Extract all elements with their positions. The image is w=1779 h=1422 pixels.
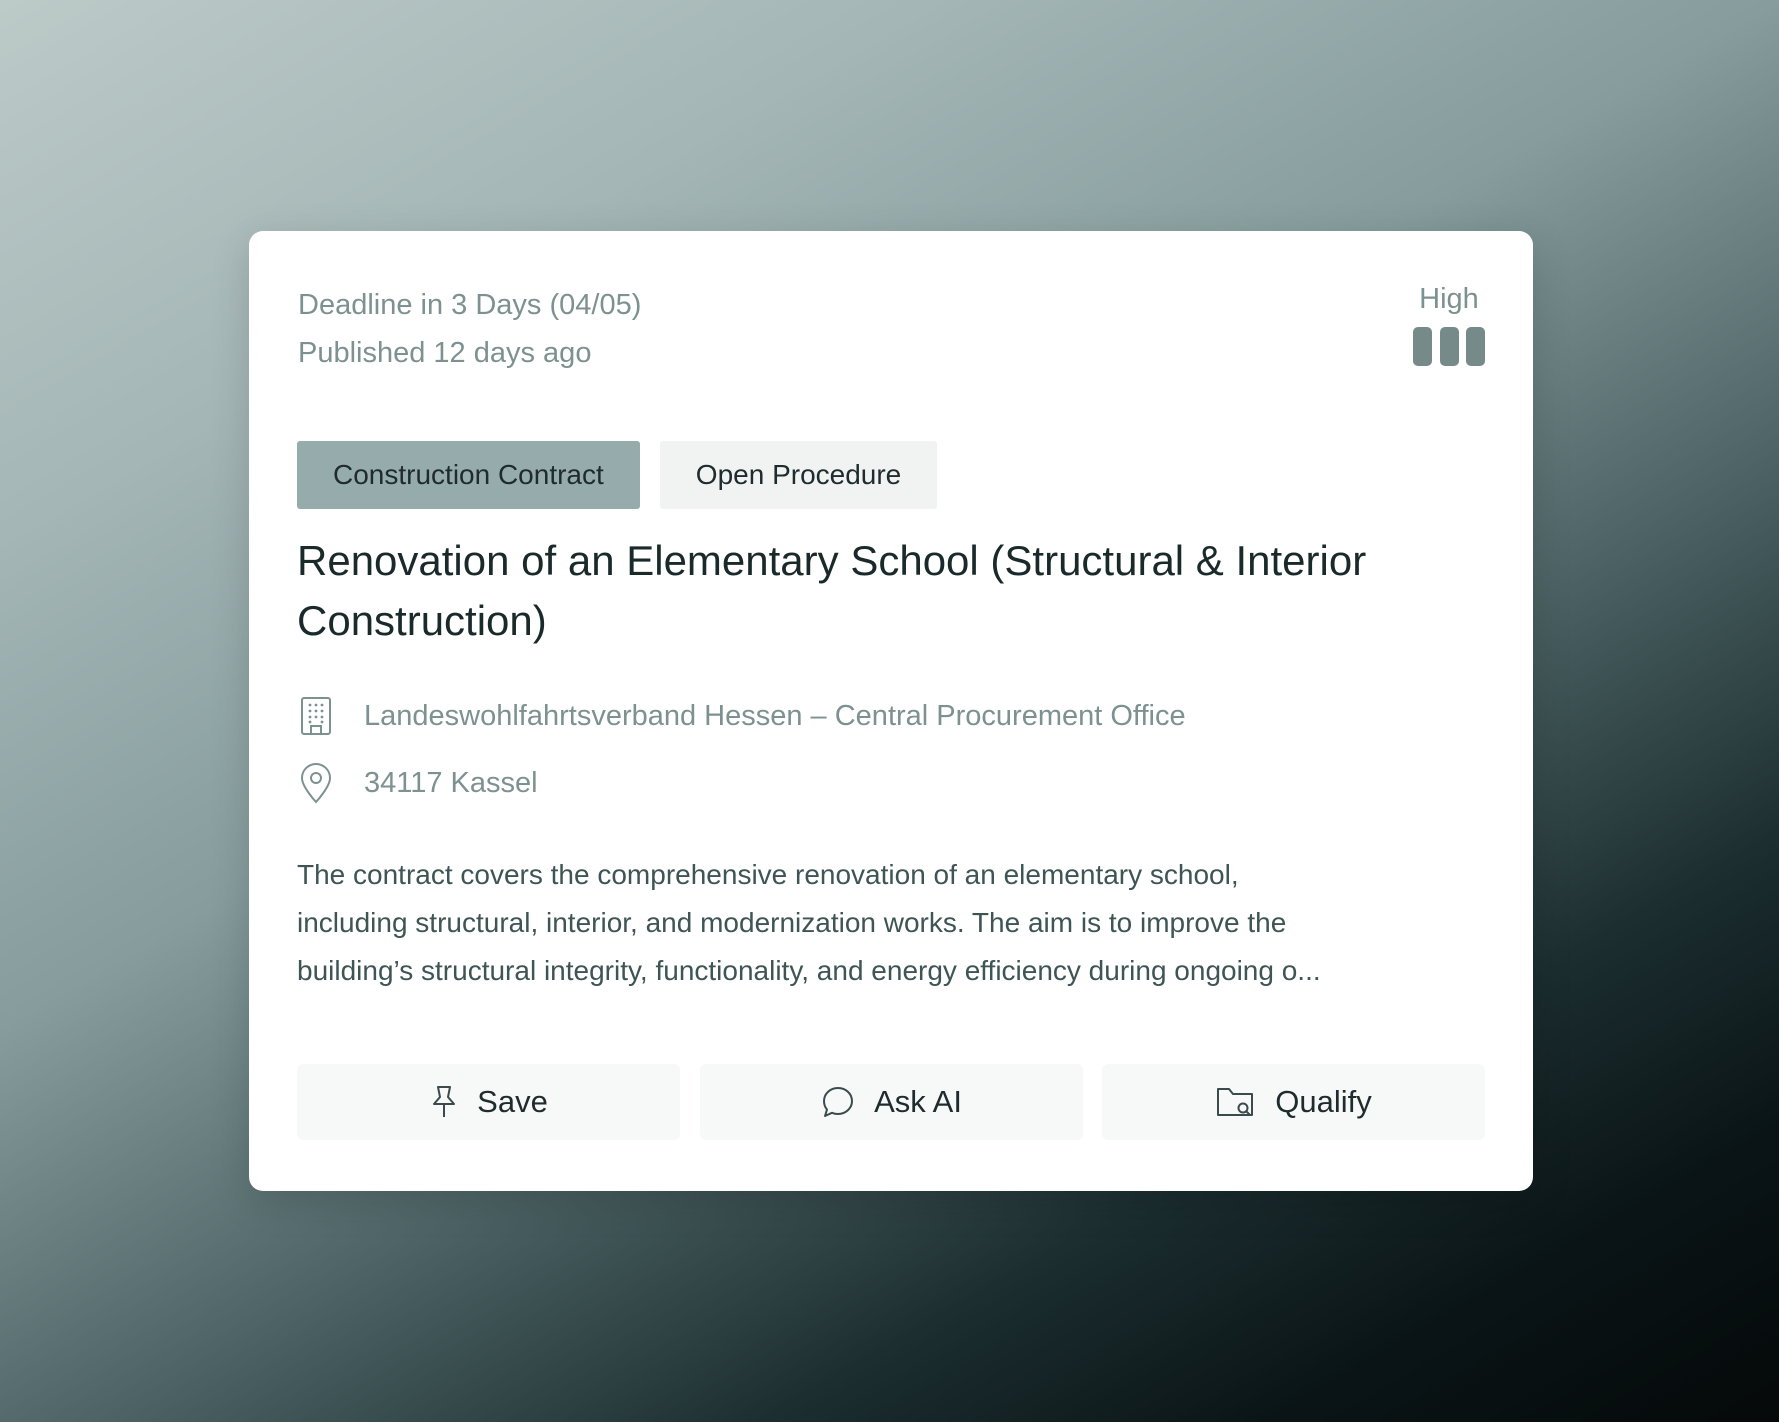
pin-icon bbox=[429, 1084, 459, 1120]
organization-name: Landeswohlfahrtsverband Hessen – Central… bbox=[364, 699, 1186, 732]
tag-procedure: Open Procedure bbox=[659, 441, 938, 509]
description-line: building’s structural integrity, functio… bbox=[297, 955, 1321, 986]
save-button[interactable]: Save bbox=[297, 1064, 680, 1140]
description-line: including structural, interior, and mode… bbox=[297, 907, 1287, 938]
organization-row: Landeswohlfahrtsverband Hessen – Central… bbox=[297, 695, 1186, 737]
priority-indicator: High bbox=[1413, 281, 1485, 366]
tag-contract-type: Construction Contract bbox=[297, 441, 640, 509]
action-bar: Save Ask AI Qualify bbox=[297, 1064, 1485, 1140]
tender-meta: Deadline in 3 Days (04/05) Published 12 … bbox=[298, 281, 641, 377]
qualify-button[interactable]: Qualify bbox=[1102, 1064, 1485, 1140]
deadline-text: Deadline in 3 Days (04/05) bbox=[298, 289, 642, 321]
tender-title[interactable]: Renovation of an Elementary School (Stru… bbox=[297, 531, 1497, 651]
description-line: The contract covers the comprehensive re… bbox=[297, 859, 1239, 890]
ask-ai-button[interactable]: Ask AI bbox=[699, 1064, 1083, 1140]
ask-ai-button-label: Ask AI bbox=[874, 1084, 962, 1119]
tag-list: Construction Contract Open Procedure bbox=[297, 441, 938, 509]
priority-bars bbox=[1413, 327, 1485, 366]
folder-search-icon bbox=[1215, 1084, 1257, 1120]
map-pin-icon bbox=[297, 762, 335, 804]
qualify-button-label: Qualify bbox=[1275, 1084, 1372, 1119]
priority-bar bbox=[1413, 327, 1432, 366]
location-text: 34117 Kassel bbox=[364, 766, 538, 799]
priority-label: High bbox=[1419, 283, 1479, 315]
priority-bar bbox=[1466, 327, 1485, 366]
save-button-label: Save bbox=[477, 1084, 548, 1119]
priority-bar bbox=[1439, 327, 1459, 366]
location-row: 34117 Kassel bbox=[297, 762, 538, 804]
published-text: Published 12 days ago bbox=[298, 337, 592, 369]
chat-bubble-icon bbox=[820, 1084, 856, 1120]
tender-card: Deadline in 3 Days (04/05) Published 12 … bbox=[249, 231, 1533, 1191]
building-icon bbox=[297, 695, 335, 737]
tender-description: The contract covers the comprehensive re… bbox=[297, 851, 1497, 995]
